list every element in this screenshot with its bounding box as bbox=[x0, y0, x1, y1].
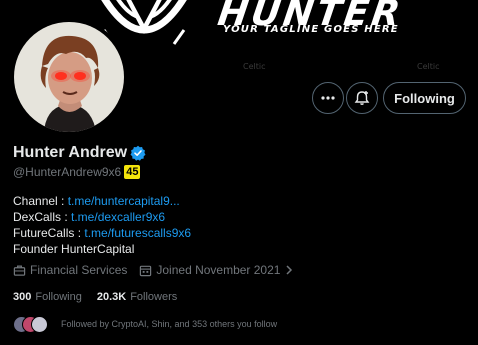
category-label: Financial Services bbox=[30, 263, 128, 277]
verified-badge-icon[interactable] bbox=[130, 145, 146, 161]
bio-line-channel: Channel : t.me/huntercapital9... bbox=[13, 193, 191, 209]
category-item: Financial Services bbox=[13, 263, 127, 277]
channel-link[interactable]: t.me/huntercapital9... bbox=[68, 194, 180, 208]
chevron-right-icon bbox=[286, 265, 293, 275]
followed-by-row[interactable]: Followed by CryptoAI, Shin, and 353 othe… bbox=[13, 316, 278, 333]
mutual-avatar bbox=[31, 316, 48, 333]
bio-label: DexCalls : bbox=[13, 210, 72, 224]
banner-watermark: Celtic bbox=[417, 62, 440, 71]
profile-handle: @HunterAndrew9x6 bbox=[13, 165, 122, 179]
bio-label: Channel : bbox=[13, 194, 68, 208]
mutual-avatars bbox=[13, 316, 53, 333]
bell-plus-icon bbox=[354, 91, 370, 105]
following-stat-link[interactable]: 300 Following bbox=[13, 291, 82, 303]
notifications-button[interactable] bbox=[346, 82, 378, 114]
bio-label: FutureCalls : bbox=[13, 226, 85, 240]
dexcalls-link[interactable]: t.me/dexcaller9x6 bbox=[71, 210, 165, 224]
bio-line-founder: Founder HunterCapital bbox=[13, 242, 135, 256]
followers-label: Followers bbox=[130, 291, 178, 303]
futurecalls-link[interactable]: t.me/futurescalls9x6 bbox=[84, 226, 191, 240]
following-count: 300 bbox=[13, 291, 32, 303]
profile-avatar[interactable] bbox=[10, 18, 128, 136]
banner-watermark: Celtic bbox=[243, 62, 266, 71]
bio-line-dexcalls: DexCalls : t.me/dexcaller9x6 bbox=[13, 209, 191, 225]
profile-name-row: Hunter Andrew bbox=[13, 144, 146, 162]
follow-stats: 300 Following 20.3K Followers bbox=[13, 291, 192, 303]
following-button[interactable]: Following bbox=[383, 82, 466, 114]
banner-tagline: YOUR TAGLINE GOES HERE bbox=[223, 24, 399, 35]
followers-count: 20.3K bbox=[96, 291, 127, 303]
followers-stat-link[interactable]: 20.3K Followers bbox=[97, 291, 177, 303]
score-badge: 45 bbox=[124, 165, 141, 179]
handle-row: @HunterAndrew9x6 45 bbox=[13, 165, 141, 179]
profile-bio: Channel : t.me/huntercapital9... DexCall… bbox=[13, 193, 191, 257]
more-horizontal-icon bbox=[321, 96, 335, 100]
bio-line-futurecalls: FutureCalls : t.me/futurescalls9x6 bbox=[13, 225, 191, 241]
followed-by-text: Followed by CryptoAI, Shin, and 353 othe… bbox=[61, 319, 278, 329]
display-name: Hunter Andrew bbox=[13, 144, 128, 161]
calendar-icon bbox=[140, 265, 152, 276]
joined-label: Joined November 2021 bbox=[156, 263, 281, 277]
joined-item[interactable]: Joined November 2021 bbox=[139, 263, 298, 277]
more-options-button[interactable] bbox=[312, 82, 344, 114]
following-label: Following bbox=[35, 291, 82, 303]
briefcase-icon bbox=[13, 265, 26, 276]
profile-meta-row: Financial Services Joined November 2021 bbox=[13, 263, 298, 277]
avatar-illustration bbox=[14, 22, 124, 132]
